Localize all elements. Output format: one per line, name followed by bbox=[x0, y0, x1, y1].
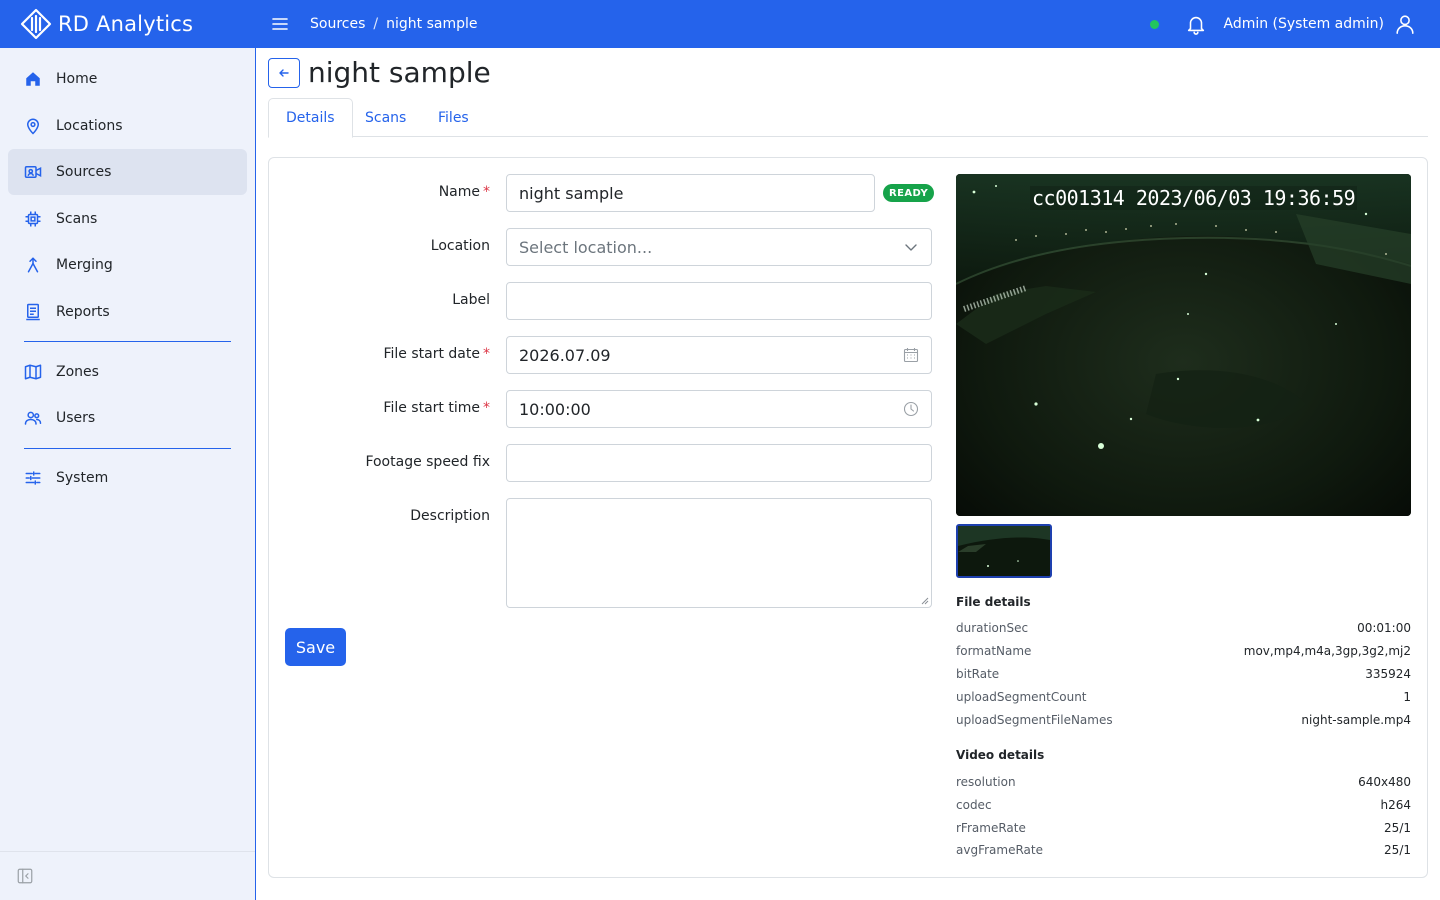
tab-bar: Details Scans Files bbox=[268, 98, 1428, 138]
sidebar-item-label: Merging bbox=[56, 257, 113, 273]
file-details-title: File details bbox=[956, 595, 1031, 609]
bell-icon[interactable] bbox=[1185, 13, 1207, 35]
back-button[interactable] bbox=[268, 58, 300, 88]
menu-toggle-icon[interactable] bbox=[270, 14, 290, 34]
video-detail-row: rFrameRate 25/1 bbox=[956, 821, 1411, 835]
resize-grip-icon[interactable] bbox=[921, 597, 929, 605]
sidebar-item-merging[interactable]: Merging bbox=[8, 242, 247, 288]
file-detail-row: durationSec 00:01:00 bbox=[956, 621, 1411, 635]
clock-icon[interactable] bbox=[903, 401, 919, 417]
brand[interactable]: RD Analytics bbox=[0, 0, 256, 48]
description-label: Description bbox=[410, 508, 490, 524]
location-label: Location bbox=[430, 238, 490, 254]
arrow-left-icon bbox=[279, 69, 289, 77]
save-button[interactable]: Save bbox=[285, 628, 346, 666]
map-pin-icon bbox=[26, 118, 40, 135]
sidebar-item-users[interactable]: Users bbox=[8, 395, 247, 441]
video-thumbnail-frame bbox=[958, 526, 1050, 576]
page-title: night sample bbox=[308, 56, 491, 89]
sidebar-item-reports[interactable]: Reports bbox=[8, 289, 247, 335]
file-detail-row: formatName mov,mp4,m4a,3gp,3g2,mj2 bbox=[956, 644, 1411, 658]
video-thumbnail[interactable] bbox=[956, 524, 1052, 578]
sidebar: Home Locations Sources Scans Merging Rep… bbox=[0, 48, 256, 900]
video-preview[interactable]: cc001314 2023/06/03 19:36:59 bbox=[956, 174, 1411, 516]
breadcrumb-separator: / bbox=[373, 16, 379, 32]
user-icon[interactable] bbox=[1394, 13, 1416, 35]
description-textarea[interactable] bbox=[506, 498, 932, 608]
tab-details[interactable]: Details bbox=[268, 98, 353, 138]
brand-logo-icon bbox=[20, 8, 52, 40]
location-select[interactable]: Select location... bbox=[506, 228, 932, 266]
breadcrumb-current: night sample bbox=[386, 16, 478, 32]
sidebar-item-label: Home bbox=[56, 71, 98, 87]
video-detail-row: codec h264 bbox=[956, 798, 1411, 812]
tab-files[interactable]: Files bbox=[421, 98, 486, 137]
sliders-icon bbox=[25, 471, 41, 485]
connection-status-dot bbox=[1150, 19, 1160, 29]
sidebar-item-label: Locations bbox=[56, 118, 123, 134]
sidebar-divider bbox=[24, 448, 231, 449]
merge-icon bbox=[27, 257, 39, 273]
sidebar-divider bbox=[24, 341, 231, 342]
sidebar-item-system[interactable]: System bbox=[8, 455, 247, 501]
chevron-down-icon bbox=[905, 244, 917, 251]
label-label: Label bbox=[452, 292, 490, 308]
camera-source-icon bbox=[24, 166, 42, 178]
status-badge: READY bbox=[883, 184, 935, 202]
brand-name: RD Analytics bbox=[58, 12, 194, 36]
speed-fix-label: Footage speed fix bbox=[365, 454, 490, 470]
home-icon bbox=[26, 72, 40, 86]
start-time-input[interactable]: 10:00:00 bbox=[506, 390, 932, 428]
start-date-label: File start date * bbox=[383, 346, 490, 362]
sidebar-footer bbox=[0, 851, 255, 900]
file-detail-row: uploadSegmentCount 1 bbox=[956, 690, 1411, 704]
name-label: Name * bbox=[438, 184, 490, 200]
sidebar-item-label: Sources bbox=[56, 164, 112, 180]
breadcrumb: Sources / night sample bbox=[310, 16, 477, 32]
tab-scans[interactable]: Scans bbox=[348, 98, 423, 137]
video-frame bbox=[956, 174, 1411, 516]
sidebar-item-sources[interactable]: Sources bbox=[8, 149, 247, 195]
video-details-title: Video details bbox=[956, 748, 1045, 762]
sidebar-item-locations[interactable]: Locations bbox=[8, 103, 247, 149]
label-input[interactable] bbox=[506, 282, 932, 320]
file-detail-row: uploadSegmentFileNames night-sample.mp4 bbox=[956, 713, 1411, 727]
sidebar-item-label: System bbox=[56, 470, 109, 486]
speed-fix-input[interactable] bbox=[506, 444, 932, 482]
collapse-sidebar-icon[interactable] bbox=[16, 867, 34, 885]
sidebar-item-label: Users bbox=[56, 410, 96, 426]
report-icon bbox=[26, 303, 40, 321]
sidebar-item-zones[interactable]: Zones bbox=[8, 349, 247, 395]
sidebar-item-label: Zones bbox=[56, 364, 99, 380]
breadcrumb-sources-link[interactable]: Sources bbox=[310, 16, 365, 32]
sidebar-item-label: Scans bbox=[56, 211, 98, 227]
video-detail-row: avgFrameRate 25/1 bbox=[956, 843, 1411, 857]
users-icon bbox=[24, 411, 42, 425]
header-right: Admin (System admin) bbox=[1150, 0, 1440, 48]
sidebar-item-home[interactable]: Home bbox=[8, 56, 247, 102]
top-bar: RD Analytics Sources / night sample Admi… bbox=[0, 0, 1440, 48]
user-name[interactable]: Admin (System admin) bbox=[1223, 16, 1384, 32]
name-input[interactable]: night sample bbox=[506, 174, 875, 212]
start-time-label: File start time * bbox=[383, 400, 490, 416]
sidebar-item-label: Reports bbox=[56, 304, 110, 320]
video-detail-row: resolution 640x480 bbox=[956, 775, 1411, 789]
video-timestamp-overlay: cc001314 2023/06/03 19:36:59 bbox=[1030, 186, 1358, 210]
location-select-placeholder: Select location... bbox=[519, 237, 653, 257]
map-icon bbox=[24, 364, 42, 380]
chip-icon bbox=[25, 211, 41, 227]
start-date-input[interactable]: 2026.07.09 bbox=[506, 336, 932, 374]
sidebar-item-scans[interactable]: Scans bbox=[8, 196, 247, 242]
calendar-icon[interactable] bbox=[903, 347, 919, 363]
file-detail-row: bitRate 335924 bbox=[956, 667, 1411, 681]
